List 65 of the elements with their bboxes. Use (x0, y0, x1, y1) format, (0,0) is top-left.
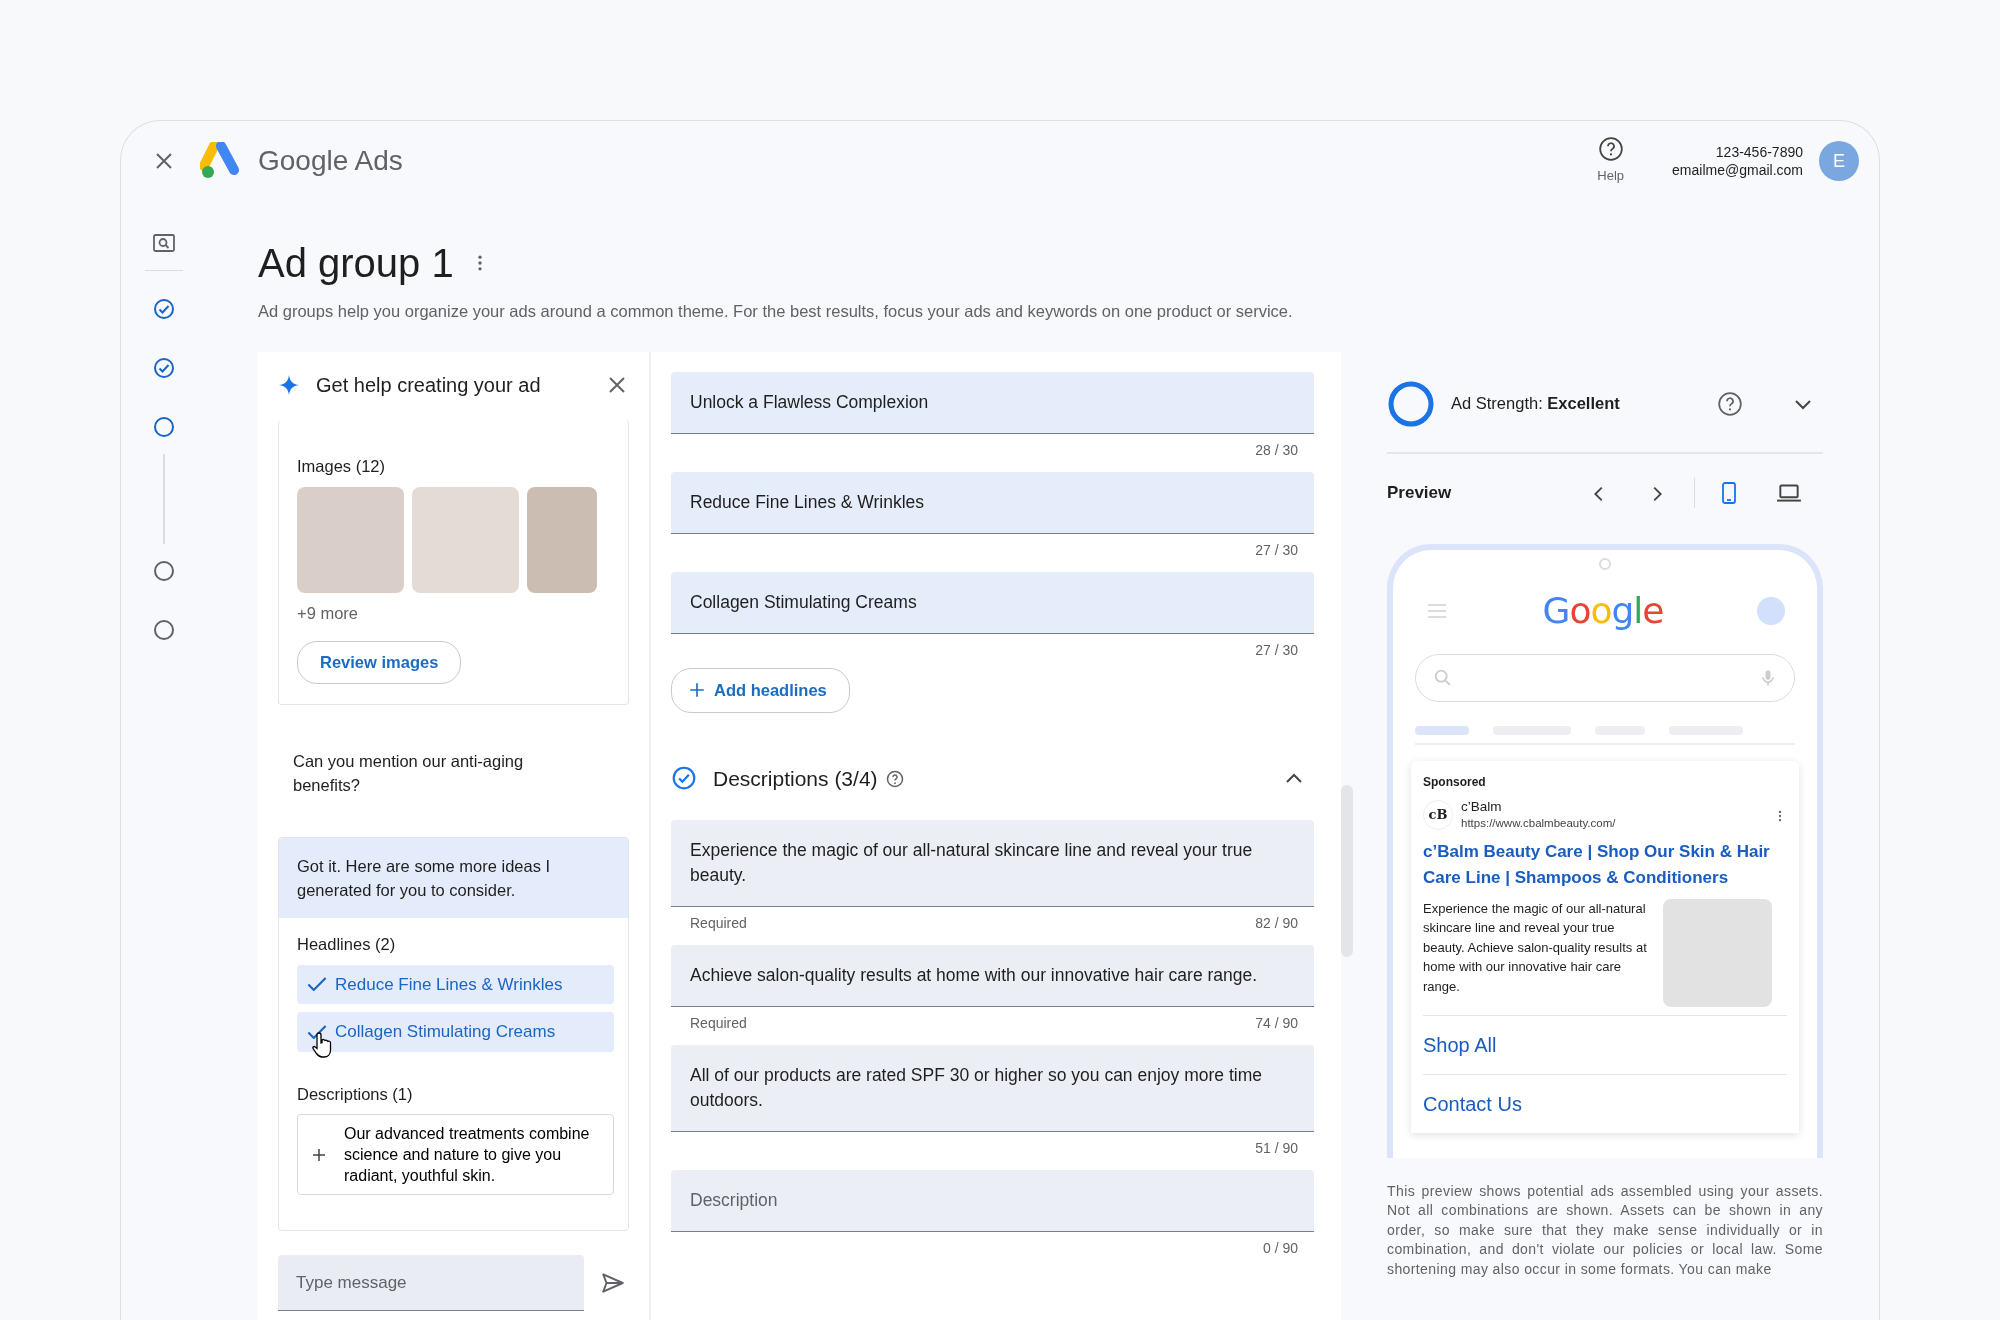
user-message: Can you mention our anti-aging benefits? (292, 750, 525, 796)
sitelink[interactable]: Contact Us (1423, 1073, 1787, 1133)
send-icon[interactable] (600, 1270, 626, 1296)
disclaimer-text: This preview shows potential ads assembled using your assets. Not all combinations are shown. Assets can be shown in any order, so make sure that they make sense individually or in combination, and don't violate our policies or local law. Some shortening may also occur in some formats. You can make (1387, 1181, 1823, 1279)
message-input[interactable]: Type message (278, 1254, 584, 1312)
headline-field[interactable]: Unlock a Flawless Complexion (671, 371, 1314, 434)
page-description: Ad groups help you organize your ads around a common theme. For the best results, focus your ads and keywords on one product or service. (258, 301, 1294, 322)
char-counter: 27 / 30 (1255, 641, 1298, 658)
strength-ring (1387, 379, 1435, 428)
description-field[interactable]: Achieve salon-quality results at home with our innovative hair care range. (671, 945, 1314, 1007)
camera-icon (1599, 557, 1611, 570)
section-label: Descriptions (1) (297, 1083, 414, 1105)
char-counter: 74 / 90 (1255, 1014, 1298, 1033)
char-counter: 0 / 90 (1262, 1239, 1298, 1258)
check-icon (307, 977, 327, 992)
avatar (1757, 596, 1785, 625)
screen-search-icon[interactable] (152, 231, 176, 255)
circle-icon[interactable] (152, 618, 176, 642)
section-title: Descriptions (3/4) (713, 765, 878, 792)
search-logo: Google (1542, 588, 1664, 633)
field-hint: Required (690, 914, 747, 933)
field-hint: Required (690, 1014, 747, 1033)
page-title: Ad group 1 (258, 243, 454, 283)
ad-headline-link[interactable]: c’Balm Beauty Care | Shop Our Skin & Hair Care Line | Shampoos & Conditioners (1423, 838, 1787, 891)
char-counter: 27 / 30 (1255, 541, 1298, 558)
ad-strength-label: Ad Strength: Excellent (1451, 393, 1620, 415)
help-icon[interactable] (885, 770, 904, 788)
ad-description: Experience the magic of our all-natural skincare line and reveal your true beauty. Achieve salon-quality results at home with our innovative hair care range. (1423, 899, 1648, 996)
description-field[interactable]: All of our products are rated SPF 30 or higher so you can enjoy more time outdoors. (671, 1045, 1314, 1132)
char-counter: 82 / 90 (1255, 914, 1298, 933)
headline-field[interactable]: Reduce Fine Lines & Wrinkles (671, 471, 1314, 534)
char-counter: 28 / 30 (1255, 441, 1298, 458)
add-headlines-button[interactable]: Add headlines (671, 667, 850, 713)
headline-field[interactable]: Collagen Stimulating Creams (671, 571, 1314, 634)
more-count: +9 more (297, 602, 359, 624)
description-field[interactable]: Description (671, 1170, 1314, 1232)
check-circle-icon[interactable] (152, 297, 176, 321)
review-images-button[interactable]: Review images (297, 641, 462, 684)
sponsored-label: Sponsored (1423, 773, 1487, 791)
suggestion-chip[interactable]: Reduce Fine Lines & Wrinkles (297, 964, 614, 1004)
help-icon[interactable] (1717, 390, 1743, 417)
check-icon (307, 1024, 327, 1039)
circle-icon[interactable] (152, 415, 176, 439)
char-counter: 51 / 90 (1255, 1139, 1298, 1158)
preview-label: Preview (1387, 482, 1452, 504)
scrollbar[interactable] (1341, 784, 1353, 957)
app-title: Google Ads (258, 144, 403, 178)
ad-url: https://www.cbalmbeauty.com/ (1461, 815, 1616, 831)
logo-icon (200, 142, 242, 180)
check-circle-icon[interactable] (152, 356, 176, 380)
description-field[interactable]: Experience the magic of our all-natural skincare line and reveal your true beauty. (671, 820, 1314, 907)
circle-icon[interactable] (152, 559, 176, 583)
assistant-message: Got it. Here are some more ideas I generated for you to consider. (279, 837, 628, 918)
help-button[interactable]: Help (1597, 136, 1625, 186)
phone-number: 123-456-7890 (1714, 143, 1803, 161)
advertiser-name: c’Balm (1461, 798, 1503, 815)
tab-placeholder (1415, 725, 1469, 735)
section-label: Images (12) (297, 455, 387, 477)
suggestion-chip[interactable]: Collagen Stimulating Creams (297, 1012, 614, 1052)
suggestion-card[interactable]: Our advanced treatments combine science and nature to give you radiant, youthful skin. (297, 1114, 614, 1196)
panel-title: Get help creating your ad (316, 372, 541, 398)
account-email: emailme@gmail.com (1672, 161, 1803, 179)
sitelink[interactable]: Shop All (1423, 1014, 1787, 1074)
plus-icon (688, 681, 706, 700)
section-label: Headlines (2) (297, 933, 397, 955)
